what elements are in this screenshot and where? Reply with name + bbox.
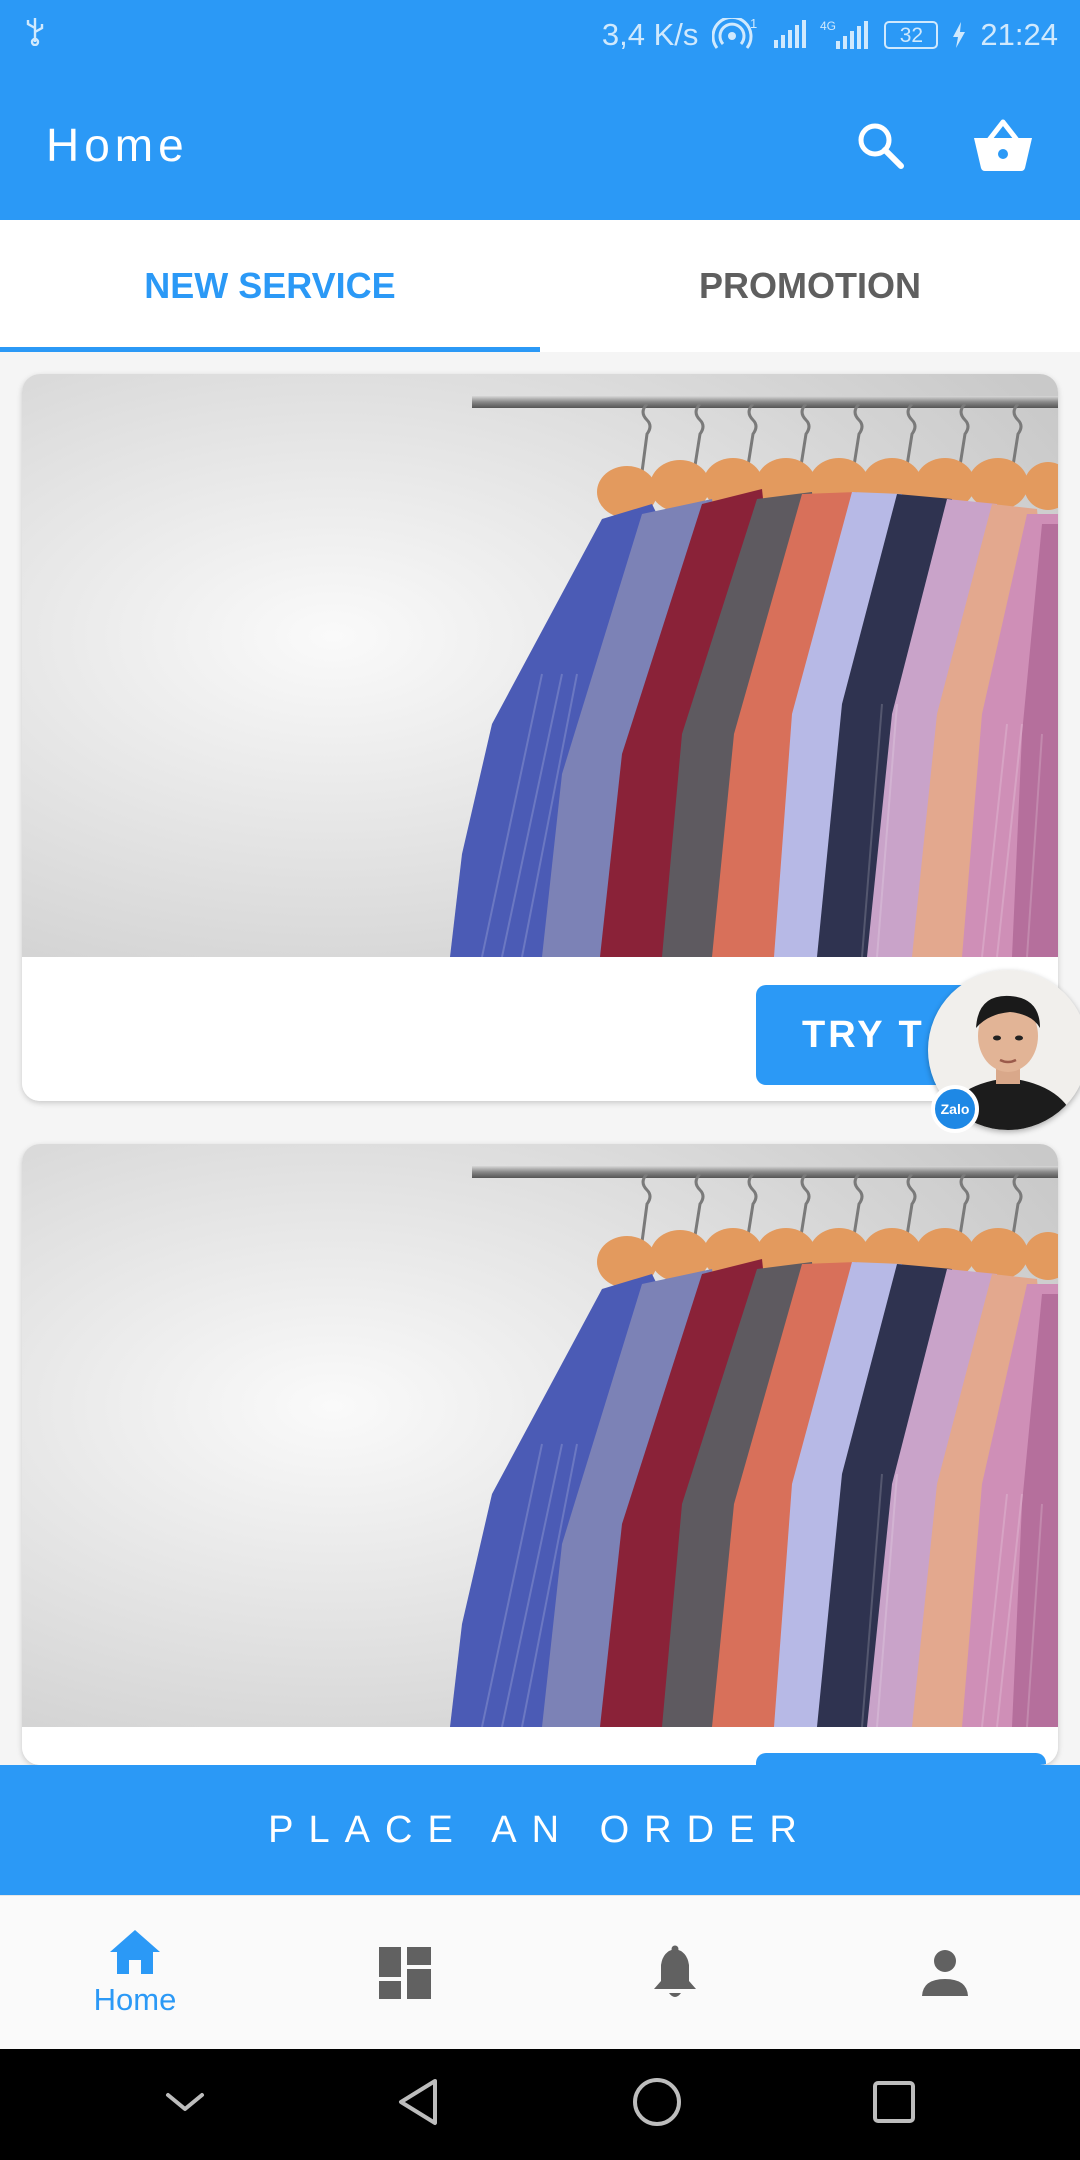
page-title: Home: [46, 119, 189, 171]
hotspot-icon: 1: [712, 18, 758, 52]
service-card[interactable]: [22, 1144, 1058, 1765]
person-icon: [922, 1949, 968, 1996]
nav-item-home[interactable]: Home: [0, 1896, 270, 2049]
charging-icon: [952, 22, 966, 48]
nav-item-notifications[interactable]: [540, 1896, 810, 2049]
back-icon[interactable]: [395, 2077, 443, 2132]
screen: 3,4 K/s 1 4G 32 21:24 Home NEW SERVICE P…: [0, 0, 1080, 2160]
try-button-label: TRY T: [802, 1013, 925, 1056]
nav-label-home: Home: [93, 1981, 177, 2017]
signal-4g-icon: 4G: [820, 19, 870, 51]
search-icon: [858, 123, 904, 169]
card-image-shirts: [22, 374, 1058, 957]
zalo-label: Zalo: [940, 1101, 970, 1117]
card-footer: [22, 1727, 1058, 1765]
clock: 21:24: [980, 17, 1058, 52]
collapse-icon[interactable]: [164, 2089, 206, 2120]
signal-icon: [772, 20, 807, 50]
basket-icon: [974, 119, 1032, 171]
bottom-nav: Home: [0, 1895, 1080, 2049]
nav-item-profile[interactable]: [810, 1896, 1080, 2049]
card-footer: TRY T: [22, 957, 1058, 1101]
usb-icon: [22, 16, 48, 54]
place-order-label: PLACE AN ORDER: [268, 1808, 812, 1851]
app-bar: Home: [0, 70, 1080, 220]
battery-icon: 32: [884, 21, 939, 49]
place-order-button[interactable]: PLACE AN ORDER: [0, 1765, 1080, 1895]
home-circle-icon[interactable]: [631, 2076, 683, 2133]
hotspot-count: 1: [750, 18, 757, 31]
service-card[interactable]: TRY T: [22, 374, 1058, 1101]
try-button[interactable]: [756, 1753, 1046, 1765]
status-bar: 3,4 K/s 1 4G 32 21:24: [0, 0, 1080, 70]
home-icon: [110, 1929, 160, 1974]
tab-new-service[interactable]: NEW SERVICE: [0, 220, 540, 352]
tab-bar: NEW SERVICE PROMOTION: [0, 220, 1080, 352]
search-button[interactable]: [854, 119, 906, 171]
recents-icon[interactable]: [872, 2080, 916, 2129]
zalo-badge[interactable]: Zalo: [931, 1085, 979, 1133]
tab-label: PROMOTION: [699, 265, 921, 306]
network-type: 4G: [820, 19, 836, 33]
nav-item-dashboard[interactable]: [270, 1896, 540, 2049]
tab-label: NEW SERVICE: [144, 265, 396, 306]
tab-promotion[interactable]: PROMOTION: [540, 220, 1080, 352]
network-speed: 3,4 K/s: [601, 17, 699, 52]
card-image-shirts: [22, 1144, 1058, 1727]
dashboard-icon: [379, 1946, 431, 1999]
battery-level: 32: [899, 23, 924, 47]
bell-icon: [654, 1945, 696, 1997]
cart-button[interactable]: [972, 118, 1034, 172]
system-nav-bar: [0, 2049, 1080, 2160]
